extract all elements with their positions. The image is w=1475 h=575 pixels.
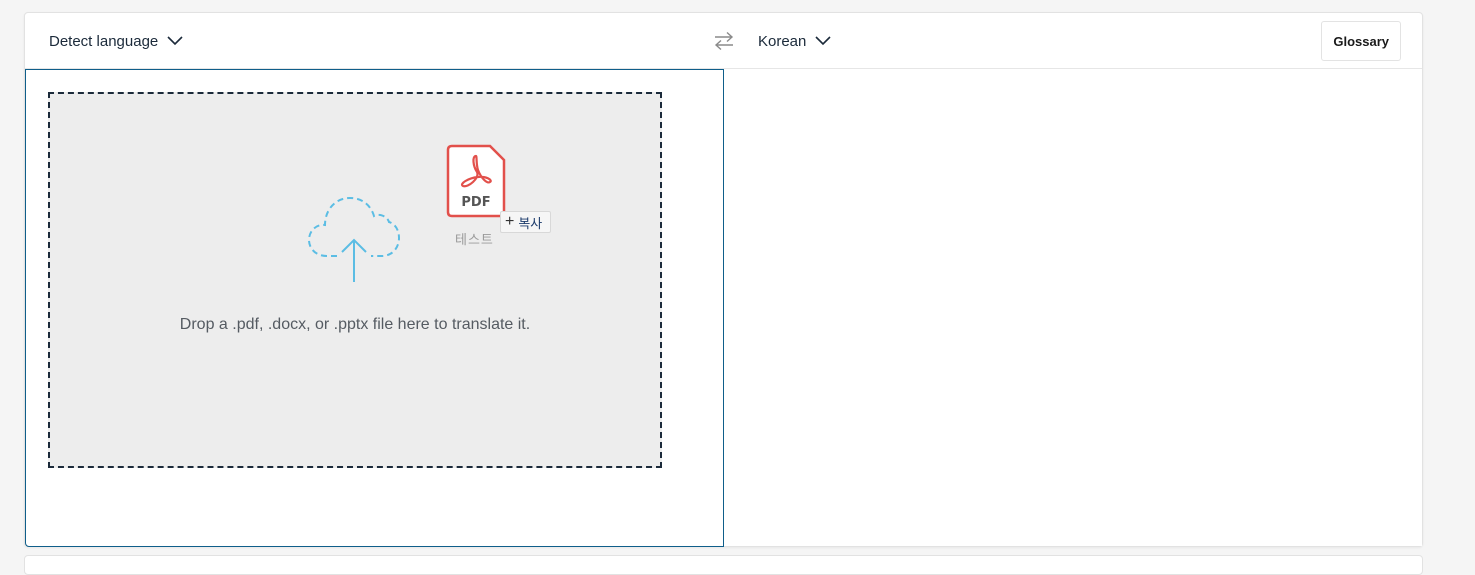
pdf-file-icon: PDF [446,144,506,218]
dropzone-instruction: Drop a .pdf, .docx, or .pptx file here t… [179,316,531,333]
copy-badge: + 복사 [500,211,552,233]
language-bar: Detect language Korean Glossary [25,13,1422,69]
copy-label: 복사 [518,215,543,231]
file-dropzone[interactable]: Drop a .pdf, .docx, or .pptx file here t… [48,92,662,468]
chevron-down-icon [814,35,832,47]
cloud-upload-icon [307,196,401,282]
glossary-button[interactable]: Glossary [1321,21,1401,61]
source-pane: Drop a .pdf, .docx, or .pptx file here t… [25,69,724,547]
target-language-label: Korean [758,32,807,50]
dragged-file-name: 테스트 [455,232,494,247]
source-language-label: Detect language [49,32,159,50]
pdf-file-type: PDF [461,195,490,210]
translator-card: Detect language Korean Glossary Drop a .… [24,12,1423,547]
target-language-select[interactable]: Korean [758,13,832,69]
plus-icon: + [505,213,515,230]
chevron-down-icon [166,35,184,47]
source-language-select[interactable]: Detect language [49,13,184,69]
swap-arrows-icon [714,31,734,51]
target-pane [724,70,1422,546]
swap-languages-button[interactable] [711,29,737,53]
next-card [24,555,1423,575]
